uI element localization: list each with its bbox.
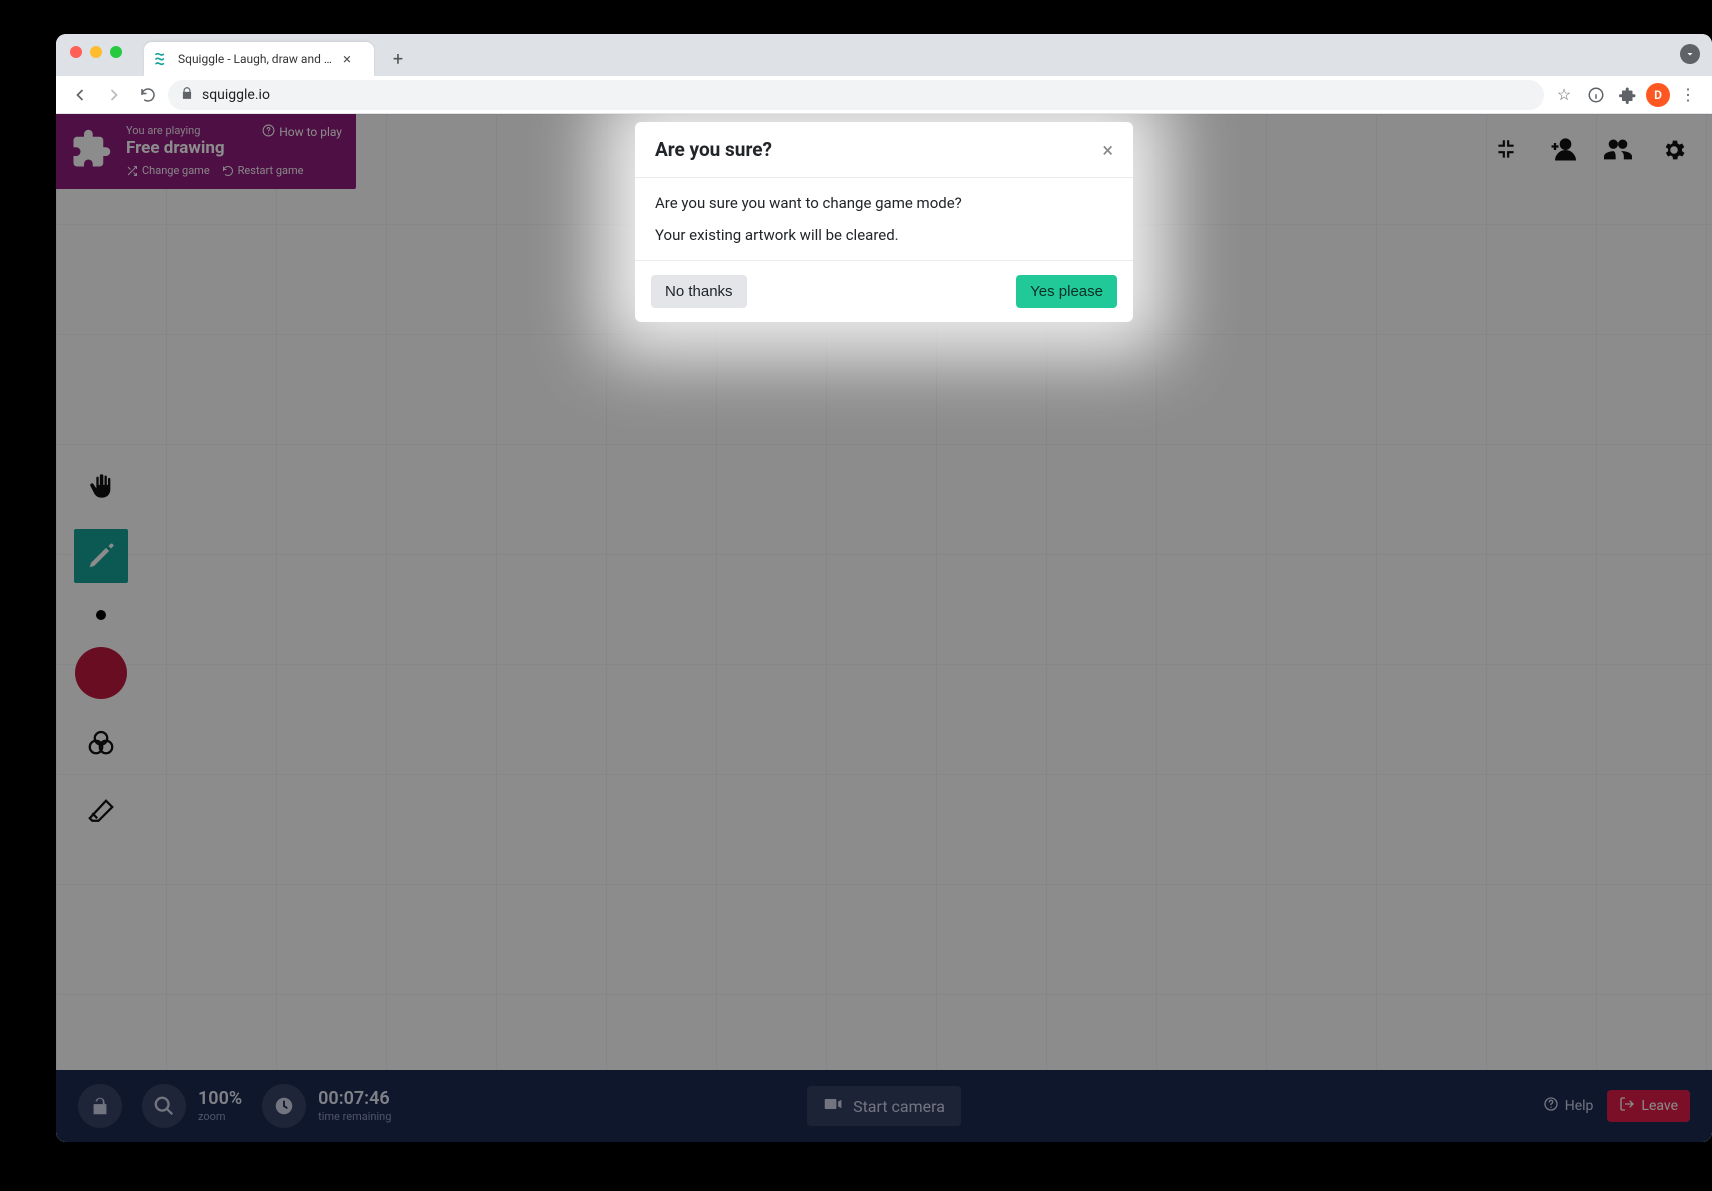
dialog-yes-button[interactable]: Yes please bbox=[1016, 275, 1117, 308]
confirm-dialog: Are you sure? × Are you sure you want to… bbox=[635, 122, 1133, 322]
window-minimize-icon[interactable] bbox=[90, 46, 102, 58]
extensions-icon[interactable] bbox=[1614, 81, 1642, 109]
window-close-icon[interactable] bbox=[70, 46, 82, 58]
browser-window: Squiggle - Laugh, draw and pla × + bbox=[56, 34, 1712, 1142]
tab-close-icon[interactable]: × bbox=[341, 50, 353, 68]
tab-title: Squiggle - Laugh, draw and pla bbox=[178, 52, 333, 66]
bookmark-star-icon[interactable]: ☆ bbox=[1550, 81, 1578, 109]
toolbar-actions: ☆ D ⋮ bbox=[1550, 81, 1702, 109]
favicon-icon bbox=[154, 51, 170, 67]
browser-toolbar: squiggle.io ☆ D ⋮ bbox=[56, 76, 1712, 114]
lock-icon bbox=[180, 86, 194, 103]
app-viewport: How to play You are playing Free drawing… bbox=[56, 114, 1712, 1142]
reload-button[interactable] bbox=[134, 81, 162, 109]
window-controls bbox=[70, 46, 122, 58]
tabstrip-menu-icon[interactable] bbox=[1680, 44, 1700, 64]
dialog-text-2: Your existing artwork will be cleared. bbox=[655, 226, 1113, 244]
url-text: squiggle.io bbox=[202, 87, 270, 103]
window-maximize-icon[interactable] bbox=[110, 46, 122, 58]
dialog-no-button[interactable]: No thanks bbox=[651, 275, 747, 308]
forward-button[interactable] bbox=[100, 81, 128, 109]
new-tab-button[interactable]: + bbox=[384, 45, 412, 73]
profile-avatar[interactable]: D bbox=[1646, 83, 1670, 107]
back-button[interactable] bbox=[66, 81, 94, 109]
browser-tab[interactable]: Squiggle - Laugh, draw and pla × bbox=[144, 42, 374, 76]
browser-menu-icon[interactable]: ⋮ bbox=[1674, 81, 1702, 109]
dialog-close-icon[interactable]: × bbox=[1102, 140, 1113, 160]
address-bar[interactable]: squiggle.io bbox=[168, 80, 1544, 110]
site-info-icon[interactable] bbox=[1582, 81, 1610, 109]
dialog-title: Are you sure? bbox=[655, 138, 772, 161]
dialog-text-1: Are you sure you want to change game mod… bbox=[655, 194, 1113, 212]
browser-tabbar: Squiggle - Laugh, draw and pla × + bbox=[56, 34, 1712, 76]
